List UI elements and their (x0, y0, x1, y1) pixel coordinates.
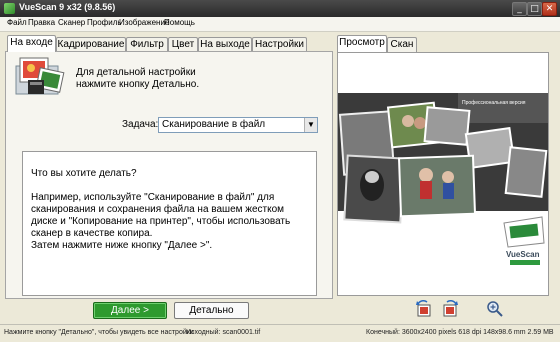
window-title: VueScan 9 x32 (9.8.56) (19, 2, 116, 12)
zoom-in-icon[interactable] (486, 300, 504, 318)
help-textbox: Что вы хотите делать? Например, использу… (22, 151, 317, 296)
status-bar: Нажмите кнопку "Детально", чтобы увидеть… (0, 324, 560, 342)
tab-settings[interactable]: Настройки (252, 37, 307, 52)
menu-scanner[interactable]: Сканер (58, 18, 85, 27)
status-source: Исходный: scan0001.tif (186, 329, 261, 336)
task-select-value: Сканирование в файл (162, 119, 266, 130)
title-bar: VueScan 9 x32 (9.8.56) _ □ ✕ (0, 0, 560, 17)
status-hint: Нажмите кнопку "Детально", чтобы увидеть… (4, 329, 194, 336)
maximize-button[interactable]: □ (527, 2, 542, 16)
hint-text: Для детальной настройки нажмите кнопку Д… (76, 67, 199, 91)
menu-image[interactable]: Изображение (119, 18, 169, 27)
scanner-photos-icon (15, 57, 65, 95)
app-icon (4, 3, 15, 14)
preview-image: Профессиональная версия VueScan (338, 93, 548, 265)
task-select[interactable]: Сканирование в файл ▼ (158, 117, 318, 133)
tab-input[interactable]: На входе (7, 35, 56, 52)
tab-output[interactable]: На выходе (198, 37, 252, 52)
detail-button[interactable]: Детально (174, 302, 249, 319)
tab-filter[interactable]: Фильтр (126, 37, 168, 52)
tab-crop[interactable]: Кадрирование (56, 37, 126, 52)
tab-scan[interactable]: Скан (387, 37, 417, 52)
minimize-button[interactable]: _ (512, 2, 527, 16)
help-question: Что вы хотите делать? (31, 168, 137, 179)
hint-line1: Для детальной настройки (76, 67, 196, 78)
help-next-instruction: Затем нажмите ниже кнопку "Далее >". (31, 240, 213, 251)
close-button[interactable]: ✕ (542, 2, 557, 16)
preview-banner-text: Профессиональная версия (462, 100, 526, 106)
vuescan-logo: VueScan (503, 216, 545, 265)
preview-brand: VueScan (506, 250, 540, 259)
menu-bar: Файл Правка Сканер Профиль Изображение П… (0, 17, 560, 32)
hint-line2: нажмите кнопку Детально. (76, 79, 200, 90)
task-label: Задача: (122, 119, 159, 130)
menu-file[interactable]: Файл (7, 18, 27, 27)
preview-panel: Профессиональная версия VueScan (337, 52, 549, 296)
rotate-left-icon[interactable] (415, 300, 433, 318)
tab-color[interactable]: Цвет (168, 37, 198, 52)
menu-help[interactable]: Помощь (164, 18, 195, 27)
rotate-right-icon[interactable] (441, 300, 459, 318)
help-example: Например, используйте "Сканирование в фа… (31, 192, 291, 239)
chevron-down-icon[interactable]: ▼ (304, 118, 317, 132)
menu-profile[interactable]: Профиль (87, 18, 122, 27)
menu-edit[interactable]: Правка (28, 18, 55, 27)
tab-preview[interactable]: Просмотр (337, 35, 387, 52)
next-button[interactable]: Далее > (93, 302, 167, 319)
app-window: VueScan 9 x32 (9.8.56) _ □ ✕ Файл Правка… (0, 0, 560, 342)
status-output: Конечный: 3600x2400 pixels 618 dpi 148x9… (366, 329, 554, 336)
